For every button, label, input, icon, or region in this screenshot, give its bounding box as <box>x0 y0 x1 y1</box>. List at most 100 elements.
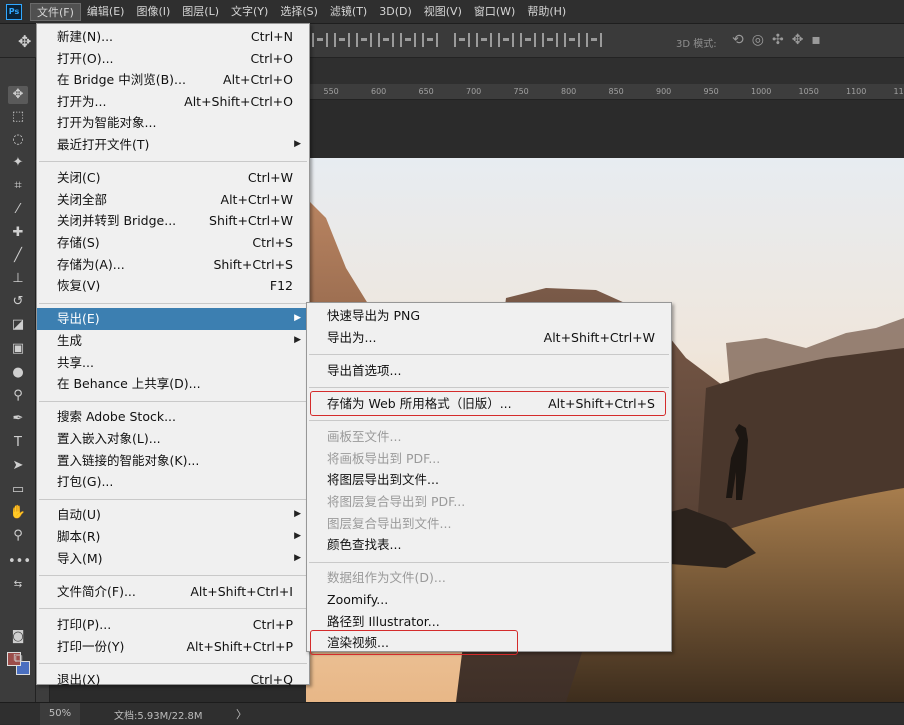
export-menu-item[interactable]: 导出首选项... <box>307 360 671 382</box>
file-menu-item[interactable]: 退出(X)Ctrl+Q <box>37 669 309 691</box>
file-menu-item[interactable]: 导出(E)▶ <box>37 308 309 330</box>
export-menu-item[interactable]: 将图层导出到文件... <box>307 469 671 491</box>
move-tool-icon[interactable]: ✥ <box>18 32 31 51</box>
export-menu-item-label: 数据组作为文件(D)... <box>327 570 446 585</box>
eraser-tool-icon[interactable]: ◪ <box>8 316 28 334</box>
pen-tool-icon[interactable]: ✒ <box>8 410 28 428</box>
ruler-tick-label: 850 <box>609 87 624 96</box>
distribute-icon[interactable] <box>586 33 602 47</box>
menubar-item[interactable]: 文件(F) <box>30 3 81 21</box>
menubar-item[interactable]: 选择(S) <box>274 3 324 21</box>
align-icon[interactable] <box>400 33 416 47</box>
more-tools-icon[interactable]: ••• <box>8 553 28 571</box>
menubar-item[interactable]: 视图(V) <box>418 3 468 21</box>
file-menu-item[interactable]: 存储(S)Ctrl+S <box>37 232 309 254</box>
distribute-icon[interactable] <box>564 33 580 47</box>
brush-tool-icon[interactable]: ╱ <box>8 247 28 265</box>
file-menu-item[interactable]: 在 Bridge 中浏览(B)...Alt+Ctrl+O <box>37 69 309 91</box>
zoom-tool-icon[interactable]: ⚲ <box>8 527 28 545</box>
3d-drag-icon[interactable]: ✣ <box>772 32 784 48</box>
marquee-tool-icon[interactable]: ⬚ <box>8 108 28 126</box>
menubar-item[interactable]: 窗口(W) <box>468 3 521 21</box>
gradient-tool-icon[interactable]: ▣ <box>8 340 28 358</box>
export-menu-item[interactable]: Zoomify... <box>307 589 671 611</box>
menubar-item[interactable]: 帮助(H) <box>521 3 572 21</box>
submenu-arrow-icon: ▶ <box>294 134 301 156</box>
file-menu-item[interactable]: 存储为(A)...Shift+Ctrl+S <box>37 254 309 276</box>
menubar-item[interactable]: 滤镜(T) <box>324 3 373 21</box>
file-menu-item[interactable]: 导入(M)▶ <box>37 548 309 570</box>
file-menu-item[interactable]: 置入链接的智能对象(K)... <box>37 450 309 472</box>
export-menu-item[interactable]: 路径到 Illustrator... <box>307 611 671 633</box>
magic-wand-tool-icon[interactable]: ✦ <box>8 154 28 172</box>
eyedropper-tool-icon[interactable]: ⁄ <box>8 201 28 219</box>
file-menu-item[interactable]: 新建(N)...Ctrl+N <box>37 26 309 48</box>
align-icon[interactable] <box>378 33 394 47</box>
file-menu-item[interactable]: 自动(U)▶ <box>37 504 309 526</box>
menu-separator <box>309 562 669 563</box>
screen-mode-icon[interactable]: ⧉ <box>8 650 28 668</box>
path-selection-tool-icon[interactable]: ➤ <box>8 457 28 475</box>
shape-tool-icon[interactable]: ▭ <box>8 481 28 499</box>
export-menu-item: 数据组作为文件(D)... <box>307 567 671 589</box>
export-menu-item[interactable]: 导出为...Alt+Shift+Ctrl+W <box>307 327 671 349</box>
align-icon[interactable] <box>356 33 372 47</box>
status-menu-arrow-icon[interactable]: 〉 <box>236 706 247 722</box>
file-menu-item[interactable]: 打开为智能对象... <box>37 112 309 134</box>
swap-colors-icon[interactable]: ⇆ <box>8 576 28 594</box>
file-menu-item[interactable]: 打印(P)...Ctrl+P <box>37 614 309 636</box>
crop-tool-icon[interactable]: ⌗ <box>8 177 28 195</box>
file-menu-item[interactable]: 打印一份(Y)Alt+Shift+Ctrl+P <box>37 636 309 658</box>
file-menu-item-label: 导出(E) <box>57 311 100 326</box>
dodge-tool-icon[interactable]: ⚲ <box>8 387 28 405</box>
hand-tool-icon[interactable]: ✋ <box>8 504 28 522</box>
align-icon[interactable] <box>422 33 438 47</box>
menu-separator <box>39 608 307 609</box>
file-menu-item[interactable]: 打开(O)...Ctrl+O <box>37 48 309 70</box>
quick-mask-icon[interactable]: ◙ <box>8 628 28 646</box>
export-menu-item: 画板至文件... <box>307 426 671 448</box>
align-icon[interactable] <box>312 33 328 47</box>
distribute-icon[interactable] <box>454 33 470 47</box>
file-menu-item[interactable]: 打包(G)... <box>37 471 309 493</box>
file-menu-item[interactable]: 打开为...Alt+Shift+Ctrl+O <box>37 91 309 113</box>
clone-stamp-tool-icon[interactable]: ⊥ <box>8 270 28 288</box>
file-menu-item[interactable]: 置入嵌入对象(L)... <box>37 428 309 450</box>
history-brush-tool-icon[interactable]: ↺ <box>8 293 28 311</box>
file-menu-item[interactable]: 关闭(C)Ctrl+W <box>37 167 309 189</box>
align-icon[interactable] <box>334 33 350 47</box>
menubar-item[interactable]: 图像(I) <box>130 3 176 21</box>
export-menu-item[interactable]: 颜色查找表... <box>307 534 671 556</box>
3d-scale-icon[interactable]: ▪ <box>811 32 821 48</box>
file-menu-item[interactable]: 在 Behance 上共享(D)... <box>37 373 309 395</box>
3d-roll-icon[interactable]: ◎ <box>752 32 764 48</box>
file-menu-item[interactable]: 关闭并转到 Bridge...Shift+Ctrl+W <box>37 210 309 232</box>
file-menu-item[interactable]: 关闭全部Alt+Ctrl+W <box>37 189 309 211</box>
file-menu-item[interactable]: 最近打开文件(T)▶ <box>37 134 309 156</box>
file-menu-item[interactable]: 搜索 Adobe Stock... <box>37 406 309 428</box>
distribute-icon[interactable] <box>498 33 514 47</box>
blur-tool-icon[interactable]: ● <box>8 364 28 382</box>
healing-brush-tool-icon[interactable]: ✚ <box>8 224 28 242</box>
type-tool-icon[interactable]: T <box>8 434 28 452</box>
file-menu-item-label: 打开为智能对象... <box>57 115 156 130</box>
distribute-icon[interactable] <box>476 33 492 47</box>
file-menu-item[interactable]: 生成▶ <box>37 330 309 352</box>
menubar-item[interactable]: 文字(Y) <box>225 3 274 21</box>
distribute-icon[interactable] <box>520 33 536 47</box>
file-menu-item[interactable]: 恢复(V)F12 <box>37 275 309 297</box>
export-menu-item[interactable]: 快速导出为 PNG <box>307 305 671 327</box>
3d-slide-icon[interactable]: ✥ <box>792 32 804 48</box>
zoom-level[interactable]: 50% <box>40 703 80 725</box>
shortcut-label: Ctrl+S <box>252 232 293 254</box>
3d-rotate-icon[interactable]: ⟲ <box>732 32 744 48</box>
lasso-tool-icon[interactable]: ◌ <box>8 131 28 149</box>
distribute-icon[interactable] <box>542 33 558 47</box>
menubar-item[interactable]: 3D(D) <box>373 3 418 21</box>
file-menu-item[interactable]: 文件简介(F)...Alt+Shift+Ctrl+I <box>37 581 309 603</box>
menubar-item[interactable]: 编辑(E) <box>81 3 131 21</box>
file-menu-item[interactable]: 共享... <box>37 352 309 374</box>
move-tool-icon[interactable]: ✥ <box>8 86 28 104</box>
menubar-item[interactable]: 图层(L) <box>176 3 225 21</box>
file-menu-item[interactable]: 脚本(R)▶ <box>37 526 309 548</box>
